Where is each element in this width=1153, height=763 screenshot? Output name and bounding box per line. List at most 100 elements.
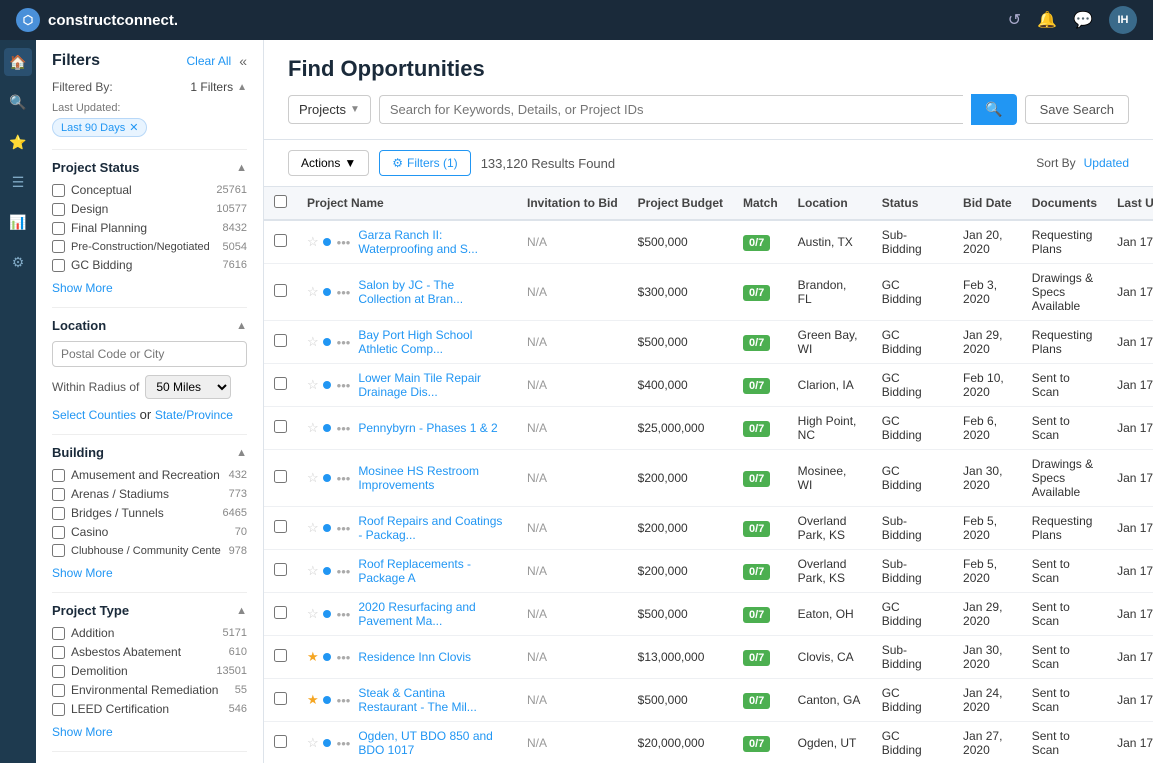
checkbox-clubhouse[interactable]	[52, 544, 65, 557]
select-all-checkbox[interactable]	[274, 195, 287, 208]
row-checkbox[interactable]	[274, 377, 287, 390]
checkbox-leed[interactable]	[52, 703, 65, 716]
state-province-link[interactable]: State/Province	[155, 408, 233, 422]
checkbox-design[interactable]	[52, 203, 65, 216]
row-checkbox[interactable]	[274, 334, 287, 347]
select-counties-link[interactable]: Select Counties	[52, 408, 136, 422]
project-name-link[interactable]: Mosinee HS Restroom Improvements	[358, 464, 507, 492]
row-checkbox[interactable]	[274, 649, 287, 662]
th-updated[interactable]: Last Updated ↓	[1107, 187, 1153, 220]
project-type-show-more[interactable]: Show More	[52, 725, 113, 739]
nav-icon-settings[interactable]: ⚙	[4, 248, 32, 276]
star-icon[interactable]: ☆	[307, 420, 319, 436]
checkbox-bridges[interactable]	[52, 507, 65, 520]
building-use-show-more[interactable]: Show More	[52, 566, 113, 580]
more-icon[interactable]: •••	[337, 235, 351, 250]
star-icon[interactable]: ☆	[307, 377, 319, 393]
history-icon[interactable]: ↺	[1008, 10, 1021, 30]
checkbox-gc-bidding[interactable]	[52, 259, 65, 272]
more-icon[interactable]: •••	[337, 564, 351, 579]
location-input[interactable]	[52, 341, 247, 367]
star-icon[interactable]: ★	[307, 649, 319, 665]
avatar[interactable]: IH	[1109, 6, 1137, 34]
location-header[interactable]: Location ▲	[52, 318, 247, 333]
th-match[interactable]: Match	[733, 187, 788, 220]
nav-icon-chart[interactable]: 📊	[4, 208, 32, 236]
actions-button[interactable]: Actions ▼	[288, 150, 369, 176]
star-icon[interactable]: ☆	[307, 735, 319, 751]
checkbox-conceptual[interactable]	[52, 184, 65, 197]
checkbox-demolition[interactable]	[52, 665, 65, 678]
more-icon[interactable]: •••	[337, 285, 351, 300]
star-icon[interactable]: ☆	[307, 284, 319, 300]
more-icon[interactable]: •••	[337, 378, 351, 393]
checkbox-environmental[interactable]	[52, 684, 65, 697]
th-biddate[interactable]: Bid Date	[953, 187, 1022, 220]
row-checkbox[interactable]	[274, 234, 287, 247]
more-icon[interactable]: •••	[337, 521, 351, 536]
th-documents[interactable]: Documents	[1022, 187, 1107, 220]
remove-last-updated-filter[interactable]: ✕	[129, 121, 138, 134]
th-budget[interactable]: Project Budget	[628, 187, 733, 220]
nav-icon-star[interactable]: ⭐	[4, 128, 32, 156]
th-location[interactable]: Location	[788, 187, 872, 220]
checkbox-final-planning[interactable]	[52, 222, 65, 235]
star-icon[interactable]: ☆	[307, 606, 319, 622]
project-name-link[interactable]: Lower Main Tile Repair Drainage Dis...	[358, 371, 507, 399]
more-icon[interactable]: •••	[337, 335, 351, 350]
search-type-select[interactable]: Projects ▼	[288, 95, 371, 124]
th-status[interactable]: Status	[872, 187, 953, 220]
star-icon[interactable]: ☆	[307, 470, 319, 486]
nav-icon-search[interactable]: 🔍	[4, 88, 32, 116]
more-icon[interactable]: •••	[337, 471, 351, 486]
project-name-link[interactable]: Garza Ranch II: Waterproofing and S...	[358, 228, 507, 256]
clear-all-button[interactable]: Clear All	[187, 54, 232, 68]
row-checkbox[interactable]	[274, 606, 287, 619]
more-icon[interactable]: •••	[337, 736, 351, 751]
more-icon[interactable]: •••	[337, 693, 351, 708]
building-use-header[interactable]: Building ▲	[52, 445, 247, 460]
nav-icon-home[interactable]: 🏠	[4, 48, 32, 76]
checkbox-pre-construction[interactable]	[52, 240, 65, 253]
th-itb[interactable]: Invitation to Bid	[517, 187, 628, 220]
checkbox-addition[interactable]	[52, 627, 65, 640]
save-search-button[interactable]: Save Search	[1025, 95, 1129, 124]
project-status-header[interactable]: Project Status ▲	[52, 160, 247, 175]
project-status-show-more[interactable]: Show More	[52, 281, 113, 295]
notifications-icon[interactable]: 🔔	[1037, 10, 1057, 30]
project-name-link[interactable]: Roof Repairs and Coatings - Packag...	[358, 514, 507, 542]
star-icon[interactable]: ☆	[307, 234, 319, 250]
row-checkbox[interactable]	[274, 563, 287, 576]
row-checkbox[interactable]	[274, 735, 287, 748]
more-icon[interactable]: •••	[337, 421, 351, 436]
more-icon[interactable]: •••	[337, 607, 351, 622]
project-name-link[interactable]: Bay Port High School Athletic Comp...	[358, 328, 507, 356]
filters-button[interactable]: ⚙ Filters (1)	[379, 150, 470, 176]
star-icon[interactable]: ☆	[307, 563, 319, 579]
star-icon[interactable]: ☆	[307, 520, 319, 536]
more-icon[interactable]: •••	[337, 650, 351, 665]
search-button[interactable]: 🔍	[971, 94, 1016, 125]
project-name-link[interactable]: Pennybyrn - Phases 1 & 2	[358, 421, 497, 435]
project-name-link[interactable]: 2020 Resurfacing and Pavement Ma...	[358, 600, 507, 628]
checkbox-amusement[interactable]	[52, 469, 65, 482]
search-input[interactable]	[390, 102, 953, 117]
project-type-header[interactable]: Project Type ▲	[52, 603, 247, 618]
updated-label[interactable]: Updated	[1084, 156, 1129, 170]
project-name-link[interactable]: Ogden, UT BDO 850 and BDO 1017	[358, 729, 507, 757]
row-checkbox[interactable]	[274, 692, 287, 705]
row-checkbox[interactable]	[274, 520, 287, 533]
checkbox-casino[interactable]	[52, 526, 65, 539]
row-checkbox[interactable]	[274, 470, 287, 483]
checkbox-arenas[interactable]	[52, 488, 65, 501]
collapse-icon[interactable]: «	[239, 53, 247, 69]
project-name-link[interactable]: Steak & Cantina Restaurant - The Mil...	[358, 686, 507, 714]
messages-icon[interactable]: 💬	[1073, 10, 1093, 30]
row-checkbox[interactable]	[274, 284, 287, 297]
checkbox-asbestos[interactable]	[52, 646, 65, 659]
th-project-name[interactable]: Project Name	[297, 187, 517, 220]
nav-icon-list[interactable]: ☰	[4, 168, 32, 196]
project-name-link[interactable]: Residence Inn Clovis	[358, 650, 471, 664]
project-name-link[interactable]: Salon by JC - The Collection at Bran...	[358, 278, 507, 306]
row-checkbox[interactable]	[274, 420, 287, 433]
